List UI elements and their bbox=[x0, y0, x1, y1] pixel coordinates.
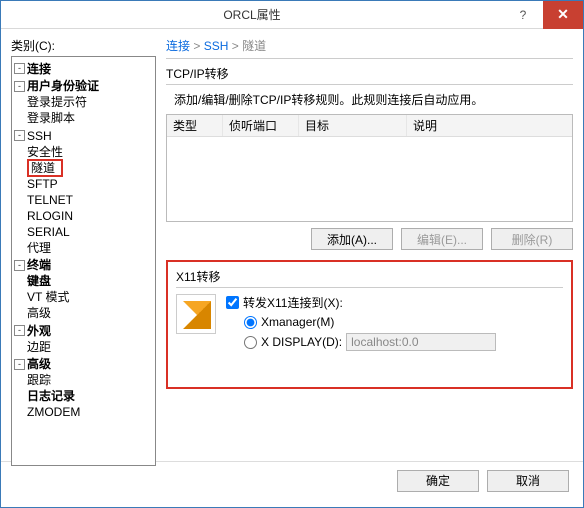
collapse-icon[interactable]: - bbox=[14, 260, 25, 271]
breadcrumb-conn[interactable]: 连接 bbox=[166, 39, 190, 53]
col-target[interactable]: 目标 bbox=[299, 115, 407, 136]
tree-connection[interactable]: 连接 bbox=[27, 61, 51, 77]
tree-log[interactable]: 日志记录 bbox=[27, 389, 75, 403]
xdisplay-input bbox=[346, 333, 496, 351]
col-type[interactable]: 类型 bbox=[167, 115, 223, 136]
tree-trace[interactable]: 跟踪 bbox=[27, 373, 51, 387]
collapse-icon[interactable]: - bbox=[14, 63, 25, 74]
xdisplay-label: X DISPLAY(D): bbox=[261, 335, 342, 349]
tree-tunnel-selected[interactable]: 隧道 bbox=[27, 159, 63, 177]
breadcrumb-ssh[interactable]: SSH bbox=[204, 39, 229, 53]
tree-margins[interactable]: 边距 bbox=[27, 340, 51, 354]
close-button[interactable]: ✕ bbox=[543, 1, 583, 29]
x11-group: X11转移 转发X11连接到(X): Xmanager(M) X DISPLAY… bbox=[166, 260, 573, 389]
tree-terminal[interactable]: 终端 bbox=[27, 257, 51, 273]
tcp-label: TCP/IP转移 bbox=[166, 65, 573, 82]
collapse-icon[interactable]: - bbox=[14, 325, 25, 336]
tree-auth[interactable]: 用户身份验证 bbox=[27, 78, 99, 94]
tree-sftp[interactable]: SFTP bbox=[27, 177, 58, 191]
titlebar: ORCL属性 ? ✕ bbox=[1, 1, 583, 29]
ok-button[interactable]: 确定 bbox=[397, 470, 479, 492]
forward-x11-label: 转发X11连接到(X): bbox=[243, 294, 343, 311]
tree-advanced-terminal[interactable]: 高级 bbox=[27, 306, 51, 320]
tree-advanced[interactable]: 高级 bbox=[27, 356, 51, 372]
collapse-icon[interactable]: - bbox=[14, 130, 25, 141]
tree-keyboard[interactable]: 键盘 bbox=[27, 274, 51, 288]
breadcrumb: 连接 > SSH > 隧道 bbox=[166, 37, 573, 54]
tree-security[interactable]: 安全性 bbox=[27, 145, 63, 159]
delete-button: 删除(R) bbox=[491, 228, 573, 250]
tcp-rules-table[interactable]: 类型 侦听端口 目标 说明 bbox=[166, 114, 573, 222]
tree-telnet[interactable]: TELNET bbox=[27, 193, 73, 207]
tree-prompt[interactable]: 登录提示符 bbox=[27, 95, 87, 109]
col-desc[interactable]: 说明 bbox=[407, 115, 572, 136]
breadcrumb-current: 隧道 bbox=[242, 39, 266, 53]
tree-appearance[interactable]: 外观 bbox=[27, 323, 51, 339]
tree-zmodem[interactable]: ZMODEM bbox=[27, 405, 80, 419]
footer: 确定 取消 bbox=[1, 461, 583, 499]
collapse-icon[interactable]: - bbox=[14, 359, 25, 370]
category-tree[interactable]: -连接 -用户身份验证 登录提示符 登录脚本 -SSH 安全性 隧道 SFTP … bbox=[11, 56, 156, 466]
tree-vt[interactable]: VT 模式 bbox=[27, 290, 69, 304]
category-label: 类别(C): bbox=[11, 37, 156, 54]
xmanager-radio[interactable] bbox=[244, 316, 257, 329]
table-header: 类型 侦听端口 目标 说明 bbox=[167, 115, 572, 137]
add-button[interactable]: 添加(A)... bbox=[311, 228, 393, 250]
xmanager-icon bbox=[176, 294, 216, 334]
tree-serial[interactable]: SERIAL bbox=[27, 225, 70, 239]
tree-script[interactable]: 登录脚本 bbox=[27, 111, 75, 125]
window-title: ORCL属性 bbox=[1, 6, 503, 23]
xdisplay-radio[interactable] bbox=[244, 336, 257, 349]
tree-proxy[interactable]: 代理 bbox=[27, 241, 51, 255]
xmanager-label: Xmanager(M) bbox=[261, 315, 334, 329]
tcp-desc: 添加/编辑/删除TCP/IP转移规则。此规则连接后自动应用。 bbox=[174, 91, 573, 108]
edit-button: 编辑(E)... bbox=[401, 228, 483, 250]
cancel-button[interactable]: 取消 bbox=[487, 470, 569, 492]
help-button[interactable]: ? bbox=[503, 1, 543, 29]
forward-x11-checkbox[interactable] bbox=[226, 296, 239, 309]
tree-rlogin[interactable]: RLOGIN bbox=[27, 209, 73, 223]
collapse-icon[interactable]: - bbox=[14, 81, 25, 92]
x11-label: X11转移 bbox=[176, 268, 563, 285]
tree-ssh[interactable]: SSH bbox=[27, 128, 52, 144]
col-port[interactable]: 侦听端口 bbox=[223, 115, 299, 136]
